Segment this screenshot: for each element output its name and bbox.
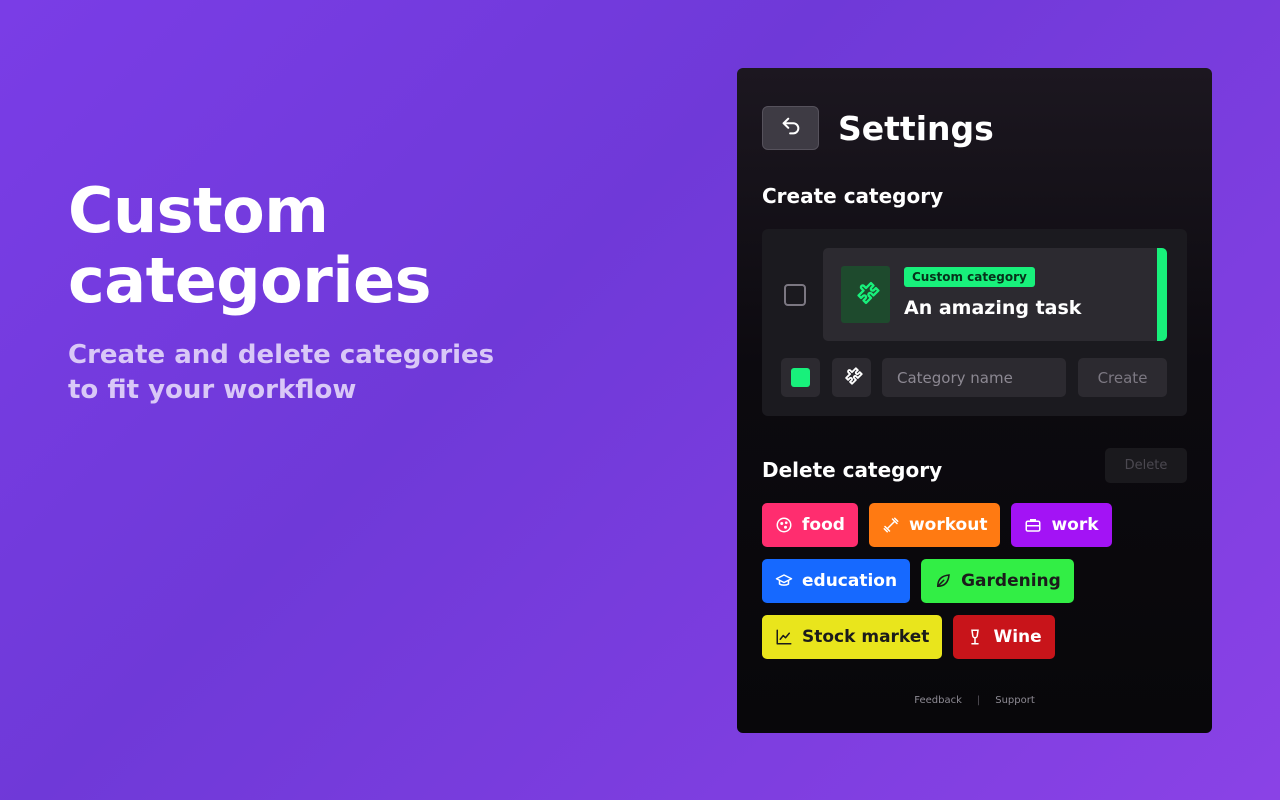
chart-line-icon <box>774 627 794 647</box>
puzzle-icon <box>852 279 880 311</box>
category-chip-label: education <box>802 571 898 591</box>
delete-category-title: Delete category <box>762 458 943 482</box>
category-chip-label: Gardening <box>961 571 1061 591</box>
dumbbell-icon <box>881 515 901 535</box>
preview-icon-box <box>841 266 890 323</box>
hero-title-line1: Custom <box>68 174 329 247</box>
hero-subtitle-line1: Create and delete categories <box>68 340 495 370</box>
back-button[interactable] <box>762 106 819 150</box>
chip-row: Stock market Wine <box>762 615 1192 659</box>
undo-arrow-icon <box>780 115 802 141</box>
create-button[interactable]: Create <box>1078 358 1167 397</box>
category-chip-gardening[interactable]: Gardening <box>921 559 1074 603</box>
icon-picker-button[interactable] <box>832 358 871 397</box>
delete-button[interactable]: Delete <box>1105 448 1187 483</box>
category-name-input[interactable] <box>882 358 1066 397</box>
hero-subtitle-line2: to fit your workflow <box>68 375 357 405</box>
hero-subtitle: Create and delete categories to fit your… <box>68 338 588 408</box>
category-chip-label: food <box>802 515 845 535</box>
category-chip-label: workout <box>908 515 988 535</box>
category-chip-wine[interactable]: Wine <box>953 615 1055 659</box>
category-chip-work[interactable]: work <box>1011 503 1112 547</box>
graduation-cap-icon <box>774 571 794 591</box>
support-link[interactable]: Support <box>995 695 1035 706</box>
settings-title: Settings <box>838 108 994 148</box>
briefcase-icon <box>1023 515 1043 535</box>
cookie-icon <box>774 515 794 535</box>
puzzle-icon <box>841 365 863 391</box>
create-category-title: Create category <box>762 184 944 208</box>
preview-checkbox[interactable] <box>784 284 806 306</box>
chip-row: food workout work <box>762 503 1192 547</box>
wine-glass-icon <box>965 627 985 647</box>
category-chip-workout[interactable]: workout <box>868 503 1001 547</box>
create-category-box: Custom category An amazing task Create <box>762 229 1187 416</box>
preview-category-badge: Custom category <box>904 267 1035 287</box>
feedback-link[interactable]: Feedback <box>914 695 962 706</box>
footer-separator: | <box>976 695 981 706</box>
color-swatch <box>791 368 810 387</box>
leaf-icon <box>933 571 953 591</box>
hero-title-line2: categories <box>68 244 432 317</box>
category-chip-list: food workout work education Gardening St… <box>762 503 1192 671</box>
category-chip-education[interactable]: education <box>762 559 911 603</box>
category-preview-card: Custom category An amazing task <box>823 248 1167 341</box>
hero-title: Custom categories <box>68 176 588 316</box>
category-chip-label: work <box>1051 515 1099 535</box>
category-chip-stock-market[interactable]: Stock market <box>762 615 943 659</box>
settings-panel: Settings Create category Custom category… <box>737 68 1212 733</box>
hero: Custom categories Create and delete cate… <box>68 176 588 408</box>
footer: Feedback | Support <box>737 695 1212 706</box>
category-chip-food[interactable]: food <box>762 503 858 547</box>
preview-task-text: An amazing task <box>904 297 1082 319</box>
color-picker-button[interactable] <box>781 358 820 397</box>
chip-row: education Gardening <box>762 559 1192 603</box>
preview-accent-bar <box>1157 248 1167 341</box>
category-chip-label: Stock market <box>802 627 930 647</box>
category-chip-label: Wine <box>993 627 1042 647</box>
settings-header: Settings <box>762 106 994 150</box>
